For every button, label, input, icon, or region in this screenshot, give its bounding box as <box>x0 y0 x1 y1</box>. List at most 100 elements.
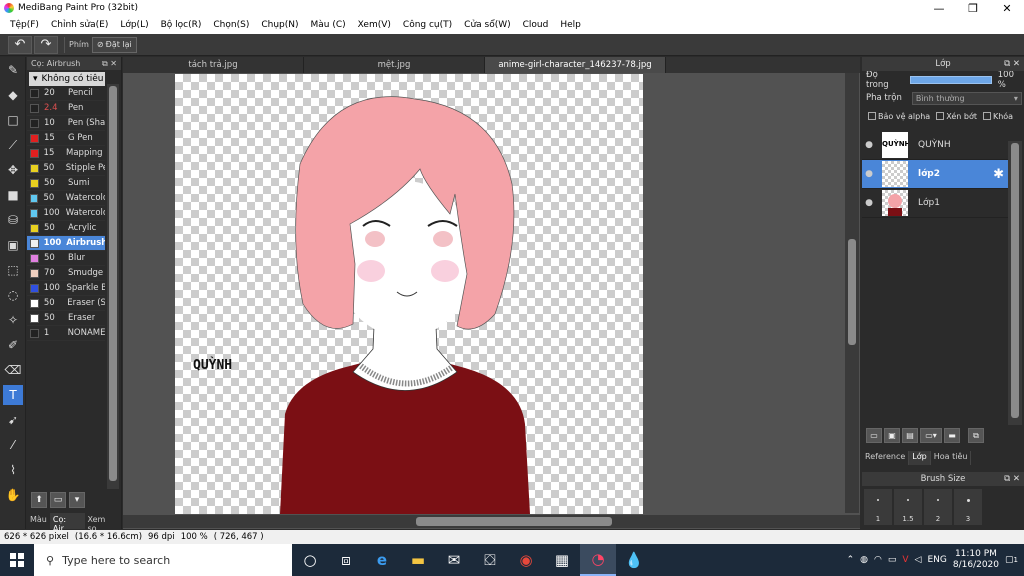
folder-icon[interactable]: ▬ <box>944 428 960 443</box>
layer-item[interactable]: ● QUỲNH QUỲNH <box>862 131 1008 160</box>
rectangle-tool[interactable]: □ <box>3 110 23 130</box>
lasso-tool[interactable]: ◌ <box>3 285 23 305</box>
menu-file[interactable]: Tệp(F) <box>4 20 45 30</box>
doc-tab-2[interactable]: mệt.jpg <box>304 57 485 73</box>
brush-item[interactable]: 70 Smudge <box>27 266 105 281</box>
paint-app[interactable]: 💧 <box>616 544 652 576</box>
doc-tab-1[interactable]: tách trả.jpg <box>123 57 304 73</box>
brush-item[interactable]: 50 Watercolo <box>27 191 105 206</box>
brush-item[interactable]: 50 Stipple Pe <box>27 161 105 176</box>
language-indicator[interactable]: ENG <box>927 555 946 565</box>
panel-close-icon[interactable]: ⧉ ✕ <box>102 59 117 69</box>
brush-item[interactable]: 50 Eraser <box>27 311 105 326</box>
blend-select[interactable]: Bình thường ▾ <box>911 91 1022 105</box>
chrome-app[interactable]: ◉ <box>508 544 544 576</box>
eye-icon[interactable]: ● <box>862 169 876 179</box>
panel-close-icon[interactable]: ⧉ ✕ <box>1004 57 1020 71</box>
store-app[interactable]: ⛋ <box>472 544 508 576</box>
cortana-button[interactable]: ○ <box>292 544 328 576</box>
gradient-tool[interactable]: ▣ <box>3 235 23 255</box>
brush-item[interactable]: 100 Sparkle B <box>27 281 105 296</box>
brush-item[interactable]: 100 Airbrush <box>27 236 105 251</box>
clipping-checkbox[interactable] <box>936 112 945 120</box>
brush-size-cell[interactable]: 1.5 <box>894 489 922 525</box>
brush-scrollbar[interactable] <box>107 84 119 489</box>
tab-reference[interactable]: Reference <box>862 451 910 465</box>
notification-icon[interactable]: ▢ <box>1005 555 1014 565</box>
magic-wand-tool[interactable]: ✧ <box>3 310 23 330</box>
menu-window[interactable]: Cửa sổ(W) <box>458 20 516 30</box>
brush-item[interactable]: 2.4 Pen <box>27 101 105 116</box>
eraser-tool[interactable]: ◆ <box>3 85 23 105</box>
edge-app[interactable]: e <box>364 544 400 576</box>
lock-checkbox[interactable] <box>982 112 991 120</box>
explorer-app[interactable]: ▬ <box>400 544 436 576</box>
canvas-hscroll-thumb[interactable] <box>416 517 612 526</box>
add-layer-menu-button[interactable]: ▭▾ <box>920 428 942 443</box>
clock[interactable]: 11:10 PM 8/16/2020 <box>953 549 999 571</box>
brush-item[interactable]: 100 Watercolo <box>27 206 105 221</box>
layer-item[interactable]: ● Lớp1 <box>862 189 1008 218</box>
start-button[interactable] <box>0 544 34 576</box>
network-icon[interactable]: ◍ <box>860 555 868 565</box>
menu-help[interactable]: Help <box>554 20 587 30</box>
mail-app[interactable]: ✉ <box>436 544 472 576</box>
brush-group-header[interactable]: ▾ Không có tiêu <box>29 72 105 86</box>
hand-tool[interactable]: ✋ <box>3 485 23 505</box>
antivirus-icon[interactable]: V <box>902 555 908 565</box>
eye-icon[interactable]: ● <box>862 198 876 208</box>
gear-icon[interactable]: ✱ <box>993 167 1004 182</box>
brush-size-cell[interactable]: 2 <box>924 489 952 525</box>
tab-navigator[interactable]: Hoa tiêu <box>931 451 972 465</box>
medibang-app[interactable]: ◔ <box>580 544 616 576</box>
chevron-up-icon[interactable]: ⌃ <box>847 555 855 565</box>
text-tool[interactable]: T <box>3 385 23 405</box>
brush-item[interactable]: 50 Sumi <box>27 176 105 191</box>
menu-cloud[interactable]: Cloud <box>517 20 555 30</box>
brush-tool[interactable]: ✎ <box>3 60 23 80</box>
new-1bit-layer-button[interactable]: ▤ <box>902 428 918 443</box>
brush-item[interactable]: 50 Blur <box>27 251 105 266</box>
duplicate-layer-button[interactable]: ⧉ <box>968 428 984 443</box>
brush-copy-button[interactable]: ▭ <box>50 492 66 508</box>
tab-brush[interactable]: Cọ: Air... <box>49 513 85 533</box>
opacity-slider[interactable] <box>910 76 992 84</box>
eyedropper-tool[interactable]: ⁄ <box>3 435 23 455</box>
brush-size-cell[interactable]: 1 <box>864 489 892 525</box>
brush-item[interactable]: 1 NONAME <box>27 326 105 341</box>
taskbar-search[interactable]: ⚲ Type here to search <box>34 544 292 576</box>
reset-button[interactable]: ⊘ Đặt lại <box>91 36 137 53</box>
dropper-tool[interactable]: ⌇ <box>3 460 23 480</box>
new-8bit-layer-button[interactable]: ▣ <box>884 428 900 443</box>
brush-item[interactable]: 15 G Pen <box>27 131 105 146</box>
fill-rect-tool[interactable]: ■ <box>3 185 23 205</box>
close-button[interactable]: ✕ <box>990 2 1024 15</box>
eye-icon[interactable]: ● <box>862 140 876 150</box>
new-layer-button[interactable]: ▭ <box>866 428 882 443</box>
pen-tool[interactable]: ⟋ <box>3 135 23 155</box>
brush-item[interactable]: 15 Mapping I <box>27 146 105 161</box>
doc-tab-3[interactable]: anime-girl-character_146237-78.jpg <box>485 57 666 73</box>
layer-scrollbar[interactable] <box>1008 141 1022 425</box>
protect-alpha-checkbox[interactable] <box>868 112 876 120</box>
layer-scroll-thumb[interactable] <box>1011 143 1019 418</box>
volume-icon[interactable]: ◁ <box>915 555 922 565</box>
calculator-app[interactable]: ▦ <box>544 544 580 576</box>
operation-tool[interactable]: ➹ <box>3 410 23 430</box>
menu-select[interactable]: Chọn(S) <box>207 20 255 30</box>
undo-button[interactable]: ↶ <box>8 35 32 54</box>
brush-menu-button[interactable]: ▾ <box>69 492 85 508</box>
select-rect-tool[interactable]: ⬚ <box>3 260 23 280</box>
select-eraser-tool[interactable]: ⌫ <box>3 360 23 380</box>
brush-size-cell[interactable]: 3 <box>954 489 982 525</box>
menu-snap[interactable]: Chụp(N) <box>255 20 304 30</box>
brush-item[interactable]: 10 Pen (Sha <box>27 116 105 131</box>
select-pen-tool[interactable]: ✐ <box>3 335 23 355</box>
minimize-button[interactable]: — <box>922 2 956 15</box>
bucket-tool[interactable]: ⛁ <box>3 210 23 230</box>
maximize-button[interactable]: ❐ <box>956 2 990 15</box>
drawing-canvas[interactable] <box>175 74 643 514</box>
menu-tools[interactable]: Công cụ(T) <box>397 20 458 30</box>
tab-layer[interactable]: Lớp <box>909 451 931 465</box>
canvas-hscrollbar[interactable] <box>123 515 860 528</box>
